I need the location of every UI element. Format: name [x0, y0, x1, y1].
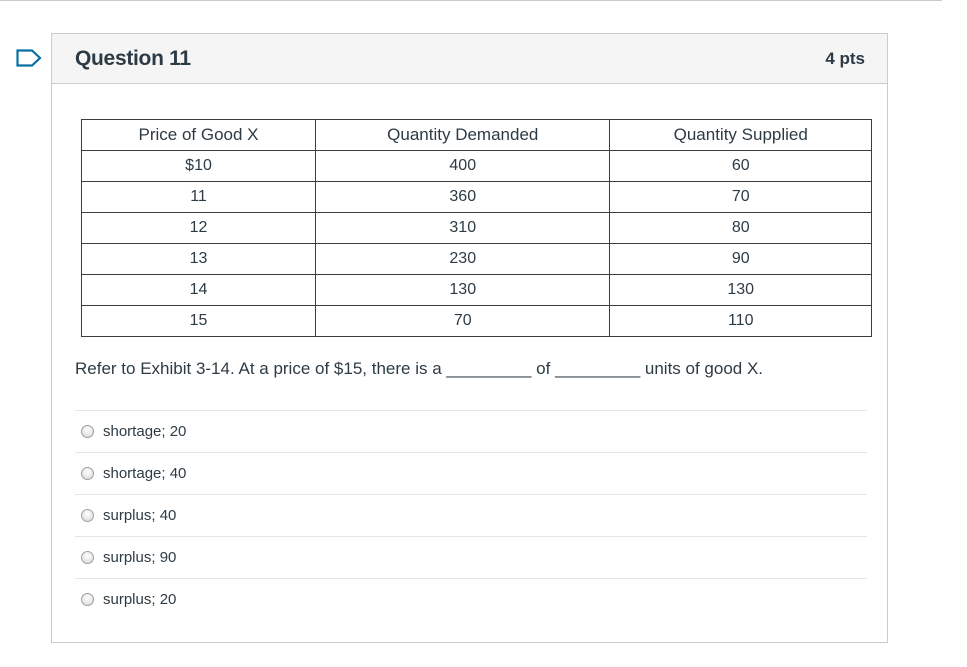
- header-quantity-demanded: Quantity Demanded: [315, 119, 611, 151]
- table-row: 11 360 70: [80, 181, 872, 213]
- question-prompt: Refer to Exhibit 3-14. At a price of $15…: [75, 359, 764, 378]
- table-row: 13 230 90: [80, 243, 872, 275]
- cell-price: 12: [80, 212, 317, 244]
- table-row: 12 310 80: [80, 212, 872, 244]
- cell-demanded: 400: [315, 150, 611, 182]
- cell-supplied: 60: [609, 150, 872, 182]
- cell-price: 14: [80, 274, 317, 306]
- cell-supplied: 90: [609, 243, 872, 275]
- question-header: Question 11 4 pts: [52, 34, 887, 84]
- bookmark-flag-icon[interactable]: [16, 49, 42, 67]
- answer-option-4[interactable]: surplus; 90: [75, 536, 867, 578]
- answer-list: shortage; 20 shortage; 40 surplus; 40 su…: [75, 410, 867, 620]
- radio-button-icon[interactable]: [81, 593, 94, 606]
- cell-demanded: 70: [315, 305, 611, 337]
- top-divider: [0, 0, 942, 1]
- question-card: Question 11 4 pts Price of Good X Quanti…: [51, 33, 888, 643]
- answer-option-5[interactable]: surplus; 20: [75, 578, 867, 620]
- cell-supplied: 110: [609, 305, 872, 337]
- cell-price: 13: [80, 243, 317, 275]
- cell-price: 15: [80, 305, 317, 337]
- radio-button-icon[interactable]: [81, 509, 94, 522]
- answer-option-2[interactable]: shortage; 40: [75, 452, 867, 494]
- header-price: Price of Good X: [80, 119, 317, 151]
- answer-option-1[interactable]: shortage; 20: [75, 410, 867, 452]
- answer-label: surplus; 40: [103, 507, 177, 524]
- cell-demanded: 230: [315, 243, 611, 275]
- table-row: 14 130 130: [80, 274, 872, 306]
- cell-supplied: 80: [609, 212, 872, 244]
- answer-label: surplus; 90: [103, 549, 177, 566]
- answer-label: shortage; 40: [103, 465, 187, 482]
- table-row: $10 400 60: [80, 150, 872, 182]
- answer-label: shortage; 20: [103, 423, 187, 440]
- cell-demanded: 360: [315, 181, 611, 213]
- question-points: 4 pts: [825, 48, 865, 68]
- radio-button-icon[interactable]: [81, 551, 94, 564]
- table-row: 15 70 110: [80, 305, 872, 337]
- radio-button-icon[interactable]: [81, 425, 94, 438]
- exhibit-table: Price of Good X Quantity Demanded Quanti…: [80, 119, 872, 337]
- cell-demanded: 310: [315, 212, 611, 244]
- question-title: Question 11: [75, 46, 191, 70]
- cell-price: $10: [80, 150, 317, 182]
- table-header-row: Price of Good X Quantity Demanded Quanti…: [80, 119, 872, 151]
- cell-price: 11: [80, 181, 317, 213]
- header-quantity-supplied: Quantity Supplied: [609, 119, 872, 151]
- radio-button-icon[interactable]: [81, 467, 94, 480]
- answer-label: surplus; 20: [103, 591, 177, 608]
- cell-supplied: 70: [609, 181, 872, 213]
- answer-option-3[interactable]: surplus; 40: [75, 494, 867, 536]
- cell-demanded: 130: [315, 274, 611, 306]
- cell-supplied: 130: [609, 274, 872, 306]
